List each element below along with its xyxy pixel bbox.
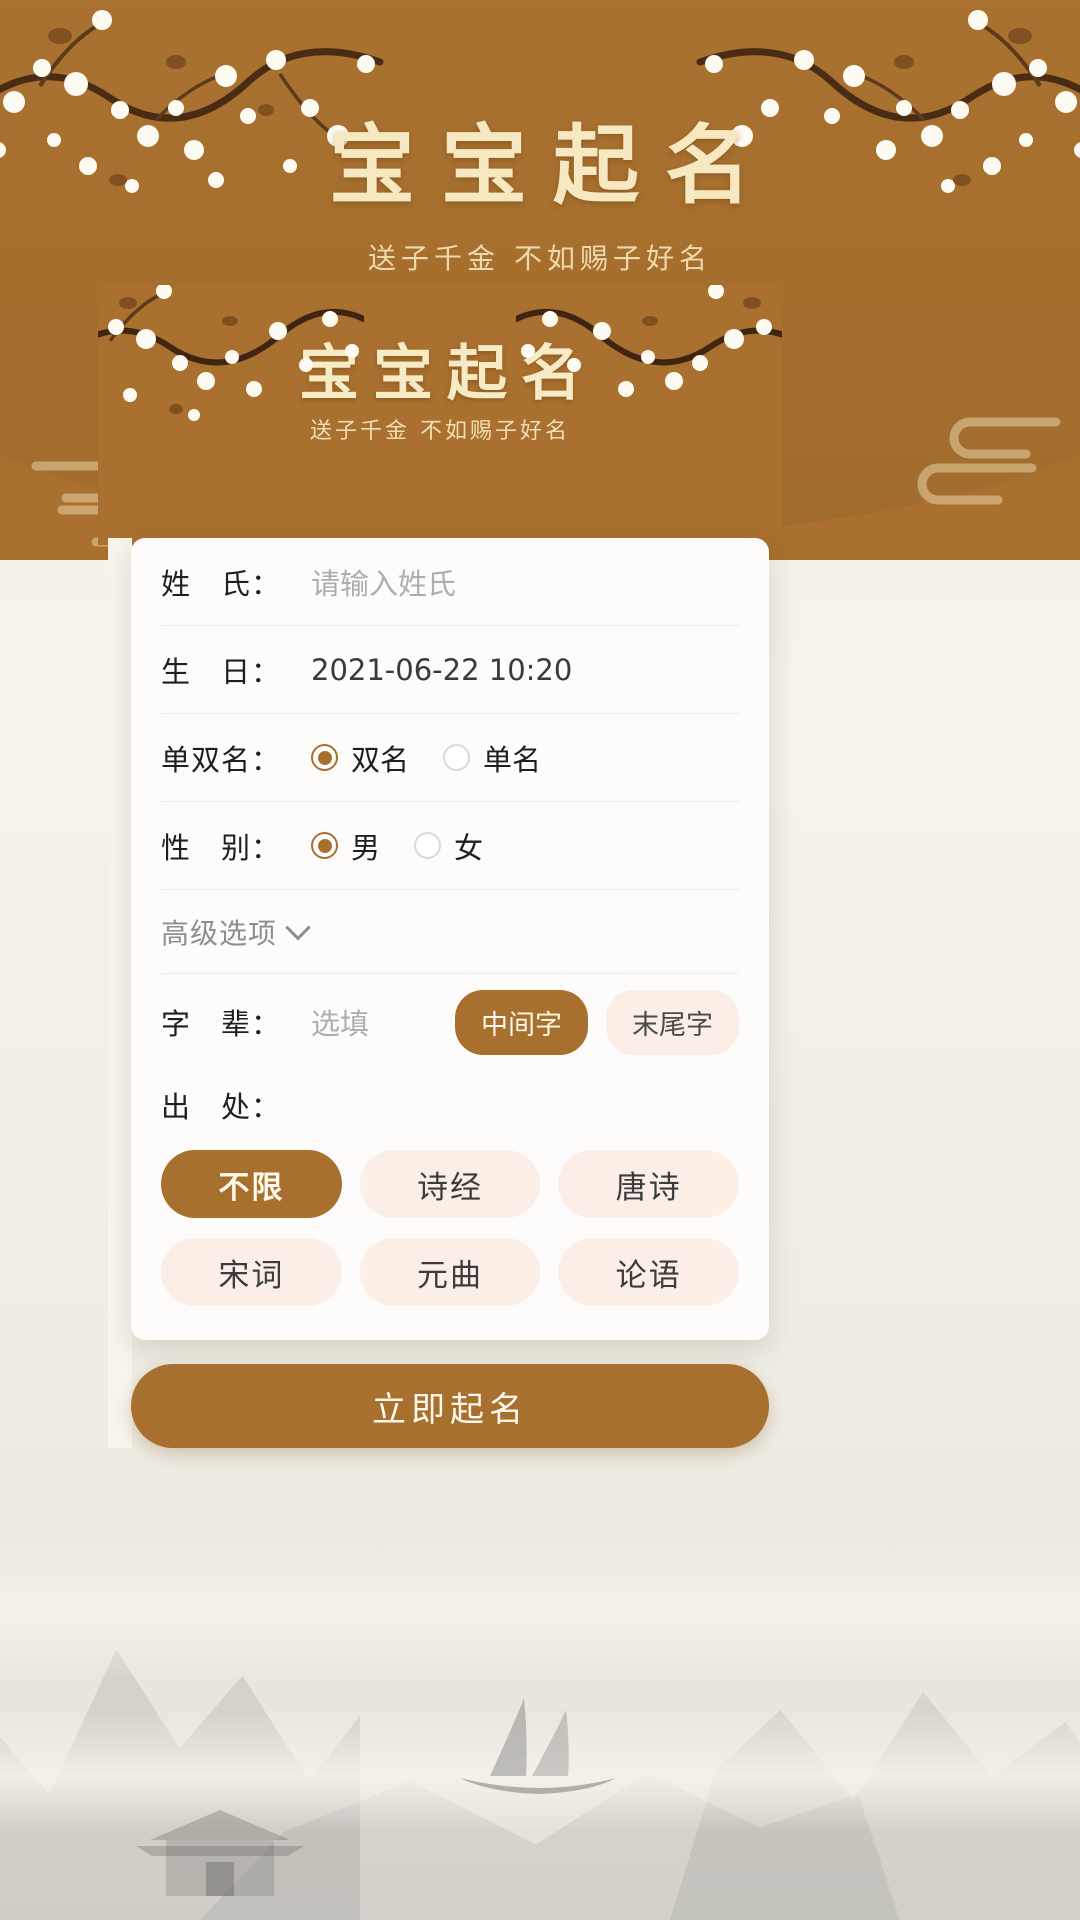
gender-label: 性 别： <box>161 825 311 867</box>
cloud-motif-right-icon <box>880 392 1070 532</box>
gender-row: 性 别： 男 女 <box>161 802 739 890</box>
source-chip-buxian[interactable]: 不限 <box>161 1150 342 1218</box>
naming-form-card: 姓 氏： 请输入姓氏 生 日： 2021-06-22 10:20 单双名： 双名… <box>131 538 769 1340</box>
generation-char-row: 字 辈： 选填 中间字 末尾字 <box>161 974 739 1070</box>
sailboat-illustration <box>420 1680 660 1810</box>
name-type-option-double[interactable]: 双名 <box>311 737 409 779</box>
page-title: 宝宝起名 <box>0 95 1080 220</box>
inner-plum-branch-left-icon <box>98 285 364 454</box>
name-type-option-single[interactable]: 单名 <box>443 737 541 779</box>
name-type-label: 单双名： <box>161 737 311 779</box>
birthday-value[interactable]: 2021-06-22 10:20 <box>311 653 739 687</box>
surname-input[interactable]: 请输入姓氏 <box>311 561 739 603</box>
inner-plum-branch-right-icon <box>516 285 782 454</box>
birthday-row[interactable]: 生 日： 2021-06-22 10:20 <box>161 626 739 714</box>
gender-option-male[interactable]: 男 <box>311 825 380 867</box>
source-row: 出 处： <box>161 1070 739 1140</box>
name-type-option-double-label: 双名 <box>351 737 409 779</box>
surname-label: 姓 氏： <box>161 561 311 603</box>
name-type-option-single-label: 单名 <box>483 737 541 779</box>
submit-area: 立即起名 <box>131 1364 769 1448</box>
source-chip-lunyu[interactable]: 论语 <box>558 1238 739 1306</box>
gender-option-female[interactable]: 女 <box>414 825 483 867</box>
hero-banner: 宝宝起名 送子千金 不如赐子好名 <box>0 0 1080 560</box>
chevron-down-icon <box>285 915 310 940</box>
generation-char-label: 字 辈： <box>161 1001 311 1043</box>
generation-tag-last[interactable]: 末尾字 <box>606 990 739 1055</box>
birthday-label: 生 日： <box>161 649 311 691</box>
radio-selected-icon <box>311 744 338 771</box>
advanced-options-toggle[interactable]: 高级选项 <box>161 890 739 974</box>
name-type-row: 单双名： 双名 单名 <box>161 714 739 802</box>
gender-radio-group: 男 女 <box>311 825 739 867</box>
radio-unselected-icon <box>443 744 470 771</box>
page-subtitle: 送子千金 不如赐子好名 <box>0 237 1080 277</box>
pagoda-illustration <box>120 1770 320 1920</box>
radio-selected-icon <box>311 832 338 859</box>
source-chip-songci[interactable]: 宋词 <box>161 1238 342 1306</box>
source-label: 出 处： <box>161 1084 311 1126</box>
radio-unselected-icon <box>414 832 441 859</box>
mist-band-upper <box>0 1530 1080 1680</box>
generation-tag-middle[interactable]: 中间字 <box>455 990 588 1055</box>
source-chip-shijing[interactable]: 诗经 <box>360 1150 541 1218</box>
source-chip-tangshi[interactable]: 唐诗 <box>558 1150 739 1218</box>
source-chip-grid: 不限 诗经 唐诗 宋词 元曲 论语 <box>161 1140 739 1340</box>
source-chip-yuanqu[interactable]: 元曲 <box>360 1238 541 1306</box>
advanced-options-label: 高级选项 <box>161 912 277 952</box>
gender-option-female-label: 女 <box>454 825 483 867</box>
generation-position-tags: 中间字 末尾字 <box>455 990 739 1055</box>
surname-row[interactable]: 姓 氏： 请输入姓氏 <box>161 538 739 626</box>
generation-char-input[interactable]: 选填 <box>311 1001 369 1043</box>
gender-option-male-label: 男 <box>351 825 380 867</box>
card-side-backdrop <box>108 538 132 1448</box>
name-type-radio-group: 双名 单名 <box>311 737 739 779</box>
submit-button[interactable]: 立即起名 <box>131 1364 769 1448</box>
inner-banner: 宝宝起名 送子千金 不如赐子好名 <box>98 285 782 545</box>
